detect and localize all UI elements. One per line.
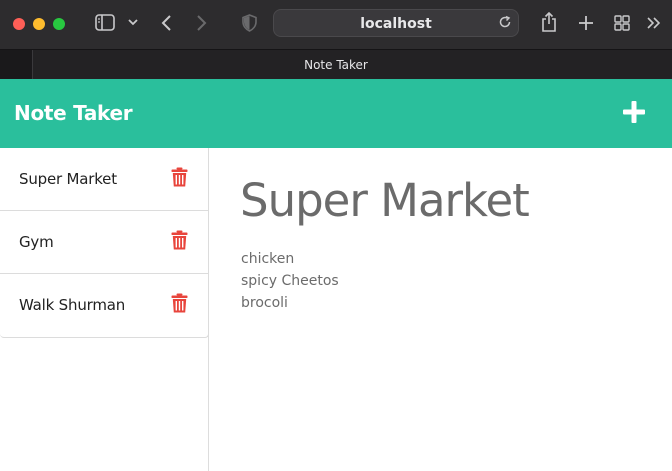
- new-note-button[interactable]: [622, 100, 646, 124]
- trash-icon: [171, 167, 188, 187]
- plus-icon: [623, 101, 645, 123]
- tab-overview-icon[interactable]: [614, 15, 630, 31]
- trash-icon: [171, 293, 188, 313]
- note-sidebar: Super Market Gym Walk Shurman: [0, 148, 209, 471]
- delete-note-button[interactable]: [171, 293, 188, 313]
- note-text-field[interactable]: chicken spicy Cheetos brocoli: [241, 248, 339, 314]
- delete-note-button[interactable]: [171, 167, 188, 187]
- reload-icon[interactable]: [498, 15, 512, 34]
- app-brand[interactable]: Note Taker: [14, 101, 133, 125]
- minimize-window-button[interactable]: [33, 18, 45, 30]
- address-text: localhost: [360, 16, 432, 32]
- delete-note-button[interactable]: [171, 230, 188, 250]
- back-icon[interactable]: [160, 14, 172, 32]
- list-item[interactable]: Walk Shurman: [0, 274, 208, 337]
- note-title[interactable]: Gym: [19, 233, 54, 251]
- chevron-double-right-icon[interactable]: [647, 17, 661, 29]
- list-item[interactable]: Super Market: [0, 148, 208, 211]
- forward-icon[interactable]: [196, 14, 208, 32]
- note-title[interactable]: Walk Shurman: [19, 296, 125, 314]
- app-header: Note Taker: [0, 79, 672, 148]
- note-list: Super Market Gym Walk Shurman: [0, 148, 209, 338]
- chevron-down-icon[interactable]: [128, 18, 138, 26]
- address-bar[interactable]: localhost: [273, 9, 519, 37]
- tab-bar: Note Taker: [0, 49, 672, 79]
- note-view: Super Market chicken spicy Cheetos broco…: [210, 148, 672, 471]
- sidebar-toggle-icon[interactable]: [95, 14, 115, 31]
- list-item[interactable]: Gym: [0, 211, 208, 274]
- privacy-shield-icon[interactable]: [242, 14, 257, 32]
- trash-icon: [171, 230, 188, 250]
- tab-active[interactable]: Note Taker: [0, 58, 672, 72]
- browser-titlebar: localhost: [0, 0, 672, 49]
- zoom-window-button[interactable]: [53, 18, 65, 30]
- note-title[interactable]: Super Market: [19, 170, 117, 188]
- note-title-field[interactable]: Super Market: [240, 174, 530, 227]
- new-tab-icon[interactable]: [578, 15, 594, 31]
- share-icon[interactable]: [541, 12, 557, 32]
- close-window-button[interactable]: [13, 18, 25, 30]
